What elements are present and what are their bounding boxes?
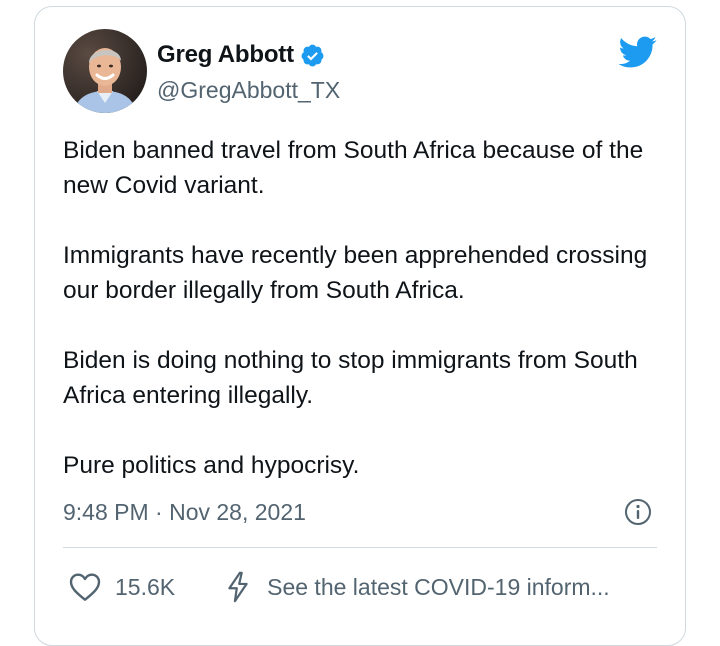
tweet-timestamp[interactable]: 9:48 PM · Nov 28, 2021 <box>63 499 306 526</box>
heart-icon[interactable] <box>69 572 101 602</box>
tweet-card: Greg Abbott @GregAbbott_TX Biden banned … <box>34 6 686 646</box>
lightning-bolt-icon[interactable] <box>225 571 251 603</box>
tweet-paragraph: Immigrants have recently been apprehende… <box>63 242 648 304</box>
author-display-name[interactable]: Greg Abbott <box>157 41 294 69</box>
tweet-text: Biden banned travel from South Africa be… <box>63 133 663 518</box>
tweet-actions: 15.6K See the latest COVID-19 inform... <box>63 567 610 607</box>
tweet-paragraph: Biden is doing nothing to stop immigrant… <box>63 347 638 409</box>
tweet-paragraph: Biden banned travel from South Africa be… <box>63 137 644 199</box>
avatar[interactable] <box>63 29 147 113</box>
like-count[interactable]: 15.6K <box>115 574 175 601</box>
verified-badge-icon <box>300 43 325 68</box>
twitter-bird-icon[interactable] <box>617 35 657 69</box>
divider <box>63 547 657 548</box>
covid-info-link[interactable]: See the latest COVID-19 inform... <box>267 574 610 601</box>
author-handle[interactable]: @GregAbbott_TX <box>157 77 340 104</box>
info-icon[interactable] <box>623 497 653 527</box>
tweet-paragraph: Pure politics and hypocrisy. <box>63 452 360 479</box>
profile-photo <box>63 29 147 113</box>
author-name-row[interactable]: Greg Abbott <box>157 41 325 69</box>
